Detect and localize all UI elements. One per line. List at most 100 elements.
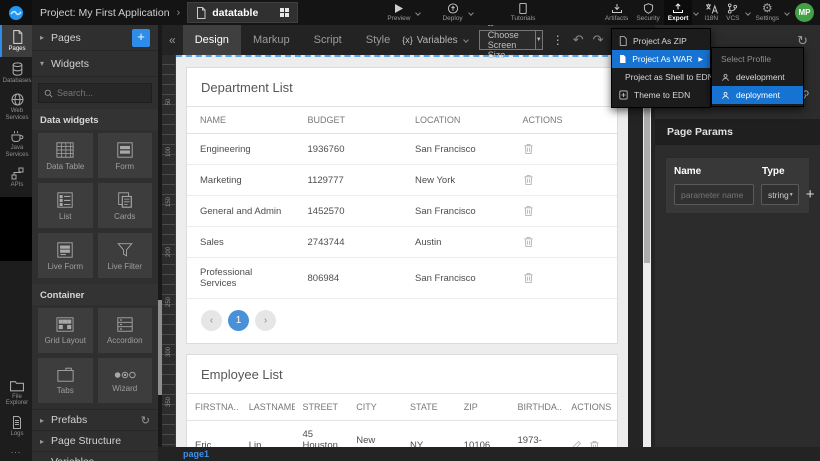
user-avatar[interactable]: MP	[795, 3, 814, 22]
settings-chevron-icon[interactable]	[784, 10, 790, 16]
pagination-page-1[interactable]: 1	[228, 310, 249, 331]
vcs-button[interactable]: VCS	[722, 0, 743, 25]
widget-search[interactable]	[38, 83, 152, 103]
menu-item-project-shell-edn[interactable]: Project as Shell to EDN	[612, 68, 710, 86]
tab-script[interactable]: Script	[302, 25, 354, 55]
prefabs-section-header[interactable]: ▸ Prefabs ↻	[32, 409, 158, 430]
vcs-chevron-icon[interactable]	[745, 10, 751, 16]
delete-row-icon[interactable]	[523, 174, 534, 186]
rail-item-databases[interactable]: Databases	[0, 57, 32, 89]
variables-button[interactable]: {x} Variables	[402, 35, 469, 46]
i18n-button[interactable]: I18N	[700, 0, 722, 25]
menu-item-project-as-war[interactable]: Project As WAR ▶	[612, 50, 710, 68]
col-header-name[interactable]: NAME	[187, 107, 295, 134]
col-header-location[interactable]: LOCATION	[402, 107, 510, 134]
artifacts-button[interactable]: Artifacts	[601, 0, 632, 25]
widget-tile-grid-layout[interactable]: Grid Layout	[38, 308, 93, 353]
rail-item-web-services[interactable]: Web Services	[0, 88, 32, 125]
param-type-select[interactable]: string ▼	[761, 184, 799, 205]
widget-tile-list[interactable]: List	[38, 183, 93, 228]
col-header-birthdate[interactable]: BIRTHDA..	[510, 394, 564, 421]
widget-tile-form[interactable]: Form	[98, 133, 153, 178]
table-row[interactable]: General and Admin 1452570 San Francisco	[187, 196, 617, 227]
preview-chevron-icon[interactable]	[416, 10, 422, 16]
table-row[interactable]: Engineering 1936760 San Francisco	[187, 134, 617, 165]
theme-export-icon	[619, 90, 628, 100]
edit-row-icon[interactable]	[571, 440, 582, 447]
panel-scrollbar-thumb[interactable]	[158, 300, 162, 395]
security-button[interactable]: Security	[632, 0, 663, 25]
add-param-button[interactable]: +	[806, 186, 815, 203]
variables-section-header[interactable]: ▸ Variables	[32, 451, 158, 461]
apps-grid-icon[interactable]	[280, 8, 289, 17]
col-header-city[interactable]: CITY	[348, 394, 402, 421]
pagination-prev-button[interactable]: ‹	[201, 310, 222, 331]
table-row[interactable]: Sales 2743744 Austin	[187, 227, 617, 258]
delete-row-icon[interactable]	[523, 205, 534, 217]
widget-tile-live-filter[interactable]: Live Filter	[98, 233, 153, 278]
deploy-chevron-icon[interactable]	[468, 10, 474, 16]
collapse-panel-icon[interactable]: «	[162, 33, 183, 47]
rail-item-apis[interactable]: APIs	[0, 162, 32, 193]
col-header-street[interactable]: STREET	[295, 394, 349, 421]
col-header-lastname[interactable]: LASTNAME	[241, 394, 295, 421]
deploy-button[interactable]: Deploy	[438, 0, 466, 25]
delete-row-icon[interactable]	[523, 236, 534, 248]
widget-search-input[interactable]	[57, 88, 146, 98]
screen-size-select[interactable]: -- Choose Screen Size -- ▼	[479, 30, 543, 50]
widget-tile-accordion[interactable]: Accordion	[98, 308, 153, 353]
file-explorer-folder-icon	[10, 380, 24, 392]
tab-style[interactable]: Style	[354, 25, 402, 55]
redo-icon[interactable]: ↷	[593, 32, 604, 48]
prefabs-refresh-icon[interactable]: ↻	[141, 414, 150, 427]
col-header-state[interactable]: STATE	[402, 394, 456, 421]
table-row[interactable]: Professional Services 806984 San Francis…	[187, 258, 617, 299]
widget-tile-live-form[interactable]: Live Form	[38, 233, 93, 278]
rail-item-java-services[interactable]: Java Services	[0, 125, 32, 162]
department-list-card[interactable]: Department List NAME BUDGET LOCATION ACT…	[186, 67, 618, 344]
tab-markup[interactable]: Markup	[241, 25, 302, 55]
rail-item-logs[interactable]: Logs	[0, 411, 32, 442]
menu-item-deployment[interactable]: deployment	[712, 86, 803, 104]
design-canvas[interactable]: Department List NAME BUDGET LOCATION ACT…	[176, 55, 628, 447]
col-header-budget[interactable]: BUDGET	[295, 107, 403, 134]
add-page-button[interactable]: +	[132, 29, 150, 47]
wavemaker-logo[interactable]	[0, 0, 32, 25]
more-options-icon[interactable]: ⋮	[552, 33, 564, 47]
rail-item-pages[interactable]: Pages	[0, 25, 32, 57]
menu-item-project-as-zip[interactable]: Project As ZIP	[612, 32, 710, 50]
table-row[interactable]: Marketing 1129777 New York	[187, 165, 617, 196]
delete-row-icon[interactable]	[523, 272, 534, 284]
widgets-section-header[interactable]: ▾ Widgets	[32, 51, 158, 77]
widget-tile-cards[interactable]: Cards	[98, 183, 153, 228]
preview-button[interactable]: Preview	[383, 0, 414, 25]
page-tab-datatable[interactable]: datatable	[187, 2, 298, 23]
play-icon	[393, 3, 405, 14]
pagination-next-button[interactable]: ›	[255, 310, 276, 331]
widget-tile-data-table[interactable]: Data Table	[38, 133, 93, 178]
undo-icon[interactable]: ↶	[573, 32, 584, 48]
tab-design[interactable]: Design	[183, 25, 241, 55]
tutorials-button[interactable]: Tutorials	[507, 0, 540, 25]
vcs-branch-icon	[727, 3, 738, 14]
employee-list-card[interactable]: Employee List FIRSTNA.. LASTNAME STREET …	[186, 354, 618, 447]
widget-tile-wizard[interactable]: Wizard	[98, 358, 153, 403]
widget-tile-tabs[interactable]: Tabs	[38, 358, 93, 403]
param-name-input[interactable]	[674, 184, 754, 205]
export-upload-icon	[672, 3, 684, 14]
table-row[interactable]: Eric Lin 45 Houston Street New York NY 1…	[187, 421, 617, 448]
delete-row-icon[interactable]	[523, 143, 534, 155]
page-structure-section-header[interactable]: ▸ Page Structure	[32, 430, 158, 451]
export-button[interactable]: Export	[664, 0, 693, 25]
menu-item-development[interactable]: development	[712, 68, 803, 86]
pages-section-header[interactable]: ▸ Pages +	[32, 25, 158, 51]
rail-more-icon[interactable]: ...	[0, 441, 32, 461]
col-header-firstname[interactable]: FIRSTNA..	[187, 394, 241, 421]
rail-item-file-explorer[interactable]: File Explorer	[0, 375, 32, 411]
export-chevron-icon[interactable]	[694, 10, 700, 16]
settings-button[interactable]: ⚙ Settings	[752, 0, 784, 25]
status-page-link[interactable]: page1	[183, 449, 209, 459]
col-header-zip[interactable]: ZIP	[456, 394, 510, 421]
menu-item-theme-edn[interactable]: Theme to EDN	[612, 86, 710, 104]
delete-row-icon[interactable]	[589, 440, 600, 448]
